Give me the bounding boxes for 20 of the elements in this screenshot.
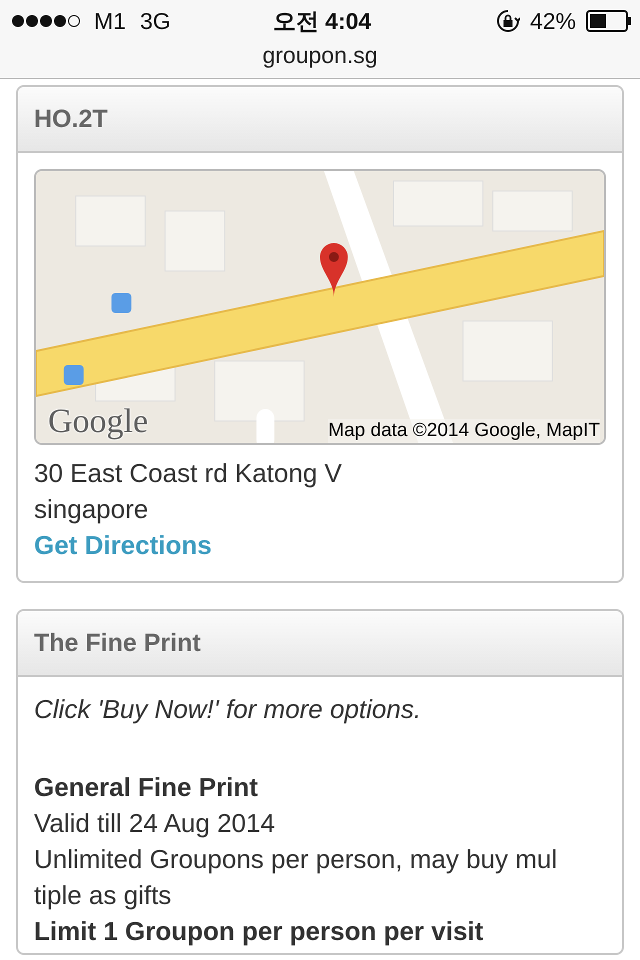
- section-heading: General Fine Print: [34, 771, 259, 804]
- card-title: HO.2T: [34, 104, 108, 134]
- address-line: 30 East Coast rd Katong V: [34, 457, 343, 490]
- url-text[interactable]: groupon.sg: [262, 42, 378, 68]
- map-attribution: Map data ©2014 Google, MapIT: [328, 419, 600, 443]
- fine-print-line: Unlimited Groupons per person, may buy mul: [34, 843, 558, 876]
- battery-percent: 42%: [530, 8, 576, 34]
- rotation-lock-icon: [496, 9, 520, 33]
- fine-print-line: tiple as gifts: [34, 879, 172, 912]
- fine-print-line: Valid till 24 Aug 2014: [34, 807, 276, 840]
- signal-icon: [12, 15, 80, 27]
- carrier-name: M1: [94, 8, 126, 34]
- map-logo: Google: [48, 405, 148, 439]
- network-type: 3G: [140, 8, 171, 34]
- clock: 오전 4:04: [272, 6, 372, 36]
- fine-print-line: Limit 1 Groupon per person per visit: [34, 915, 484, 948]
- battery-icon: [586, 10, 632, 32]
- card-title: The Fine Print: [34, 628, 201, 658]
- note-text: Click 'Buy Now!' for more options.: [34, 693, 422, 726]
- address-line: singapore: [34, 493, 150, 526]
